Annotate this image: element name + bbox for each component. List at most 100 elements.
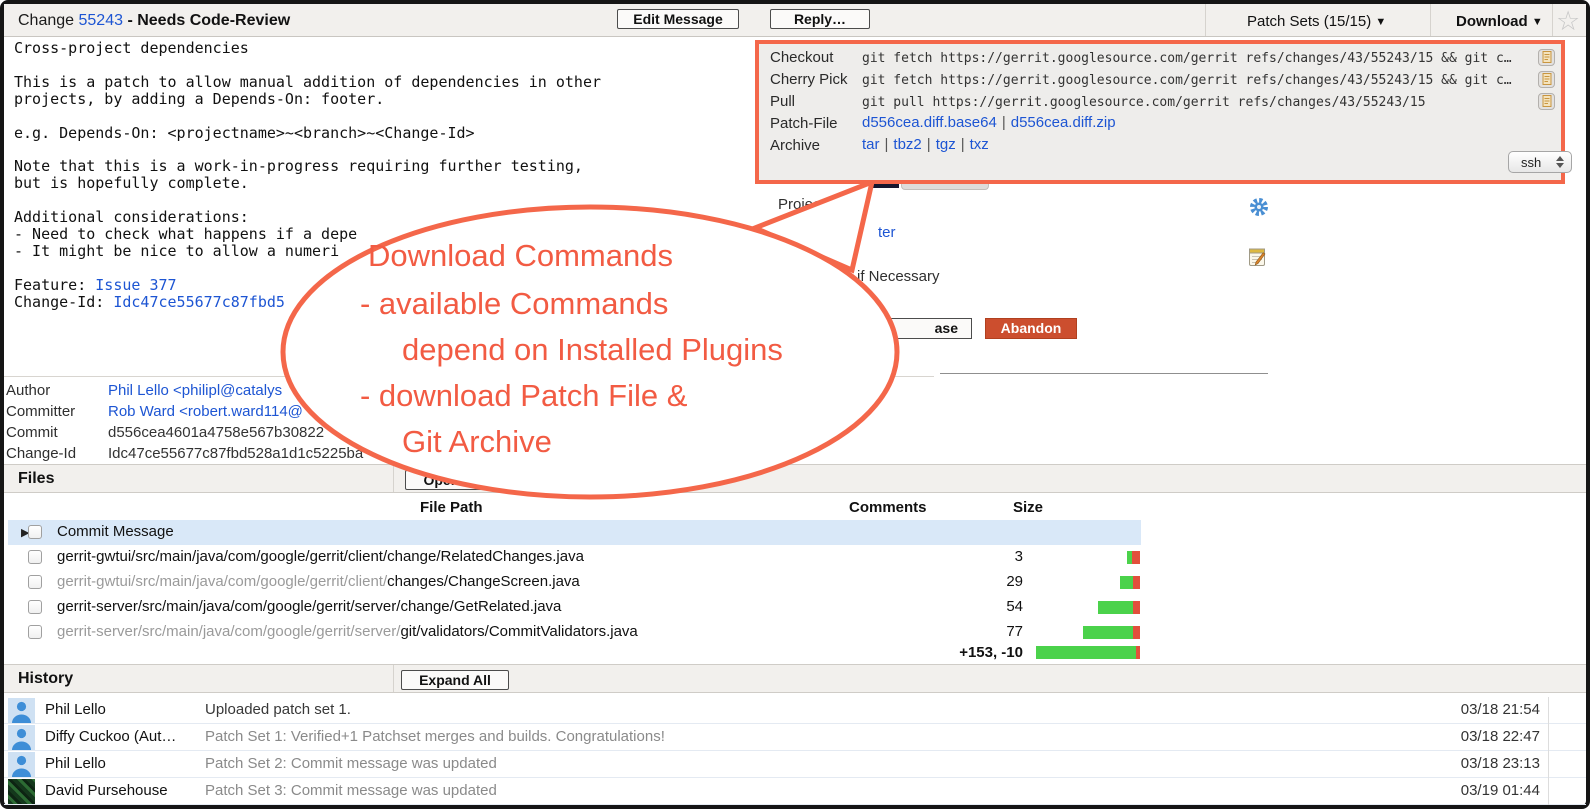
file-path[interactable]: gerrit-gwtui/src/main/java/com/google/ge…: [57, 548, 584, 565]
diff-base64-link[interactable]: d556cea.diff.base64: [862, 114, 997, 131]
change-id-value: Idc47ce55677c87fbd528a1d1c5225ba: [108, 445, 363, 462]
txz-link[interactable]: txz: [970, 136, 989, 153]
annotation-line: - download Patch File &: [360, 378, 687, 414]
file-row[interactable]: gerrit-gwtui/src/main/java/com/google/ge…: [0, 545, 1300, 570]
issue-link[interactable]: Issue 377: [95, 276, 176, 294]
avatar: [8, 698, 35, 723]
history-message: Uploaded patch set 1.: [205, 701, 351, 718]
diff-zip-link[interactable]: d556cea.diff.zip: [1011, 114, 1116, 131]
history-message: Patch Set 1: Verified+1 Patchset merges …: [205, 728, 665, 745]
divider: [393, 665, 394, 692]
file-row-commit-message[interactable]: ▶ Commit Message: [8, 520, 1141, 545]
history-row[interactable]: Diffy Cuckoo (Aut… Patch Set 1: Verified…: [4, 724, 1586, 751]
file-path[interactable]: gerrit-server/src/main/java/com/google/g…: [57, 623, 638, 640]
reply-button[interactable]: Reply…: [770, 9, 870, 29]
divider: [393, 465, 394, 492]
history-author: Phil Lello: [45, 755, 197, 772]
files-section-header: Files Open All: [4, 464, 1586, 493]
history-timestamp: 03/18 22:47: [1400, 728, 1540, 745]
history-timestamp: 03/19 01:44: [1400, 782, 1540, 799]
header-divider: [1552, 4, 1553, 36]
history-message: Patch Set 3: Commit message was updated: [205, 782, 497, 799]
download-row-label: Archive: [770, 137, 820, 154]
meta-row-commit: Commitd556cea4601a4758e567b30822: [6, 424, 324, 441]
total-size-bar: [990, 646, 1140, 659]
chevron-down-icon: ▼: [1375, 16, 1386, 28]
patch-sets-dropdown[interactable]: Patch Sets (15/15) ▼: [1247, 13, 1386, 30]
star-icon[interactable]: ☆: [1556, 6, 1580, 37]
branch-link-partial[interactable]: ter: [878, 224, 896, 241]
file-checkbox[interactable]: [28, 600, 42, 614]
download-row-label: Pull: [770, 93, 795, 110]
file-path[interactable]: gerrit-gwtui/src/main/java/com/google/ge…: [57, 573, 580, 590]
expand-all-button[interactable]: Expand All: [401, 670, 509, 690]
hidden-button-partial[interactable]: [508, 470, 671, 489]
tar-link[interactable]: tar: [862, 136, 880, 153]
submit-type-partial: if Necessary: [857, 268, 940, 285]
meta-row-author: AuthorPhil Lello <philipl@catalys: [6, 382, 282, 399]
copy-to-clipboard-icon[interactable]: [1538, 70, 1556, 89]
updated-ago-partial: go: [857, 289, 874, 306]
download-dropdown[interactable]: Download ▼: [1456, 13, 1543, 30]
tbz2-link[interactable]: tbz2: [893, 136, 921, 153]
gerrit-change-screen: Change 55243 - Needs Code-Review Edit Me…: [0, 0, 1590, 809]
annotation-line: depend on Installed Plugins: [402, 332, 783, 368]
file-path[interactable]: Commit Message: [57, 523, 174, 540]
header-divider: [1430, 4, 1431, 36]
download-row-label: Cherry Pick: [770, 71, 848, 88]
change-label: Change: [18, 12, 74, 29]
pull-command[interactable]: git pull https://gerrit.googlesource.com…: [862, 95, 1426, 110]
annotation-line: Git Archive: [402, 424, 552, 460]
open-all-button[interactable]: Open All: [405, 470, 499, 490]
history-row[interactable]: Phil Lello Patch Set 2: Commit message w…: [4, 751, 1586, 778]
file-checkbox[interactable]: [28, 575, 42, 589]
copy-to-clipboard-icon[interactable]: [1538, 92, 1556, 111]
files-title: Files: [18, 470, 54, 488]
select-arrows-icon: [1556, 156, 1564, 168]
history-author: David Pursehouse: [45, 782, 197, 799]
file-row[interactable]: gerrit-gwtui/src/main/java/com/google/ge…: [0, 570, 1300, 595]
patch-file-links: d556cea.diff.base64|d556cea.diff.zip: [862, 114, 1116, 131]
edit-message-button[interactable]: Edit Message: [617, 9, 739, 29]
history-author: Phil Lello: [45, 701, 197, 718]
header-divider: [1205, 4, 1206, 36]
file-checkbox[interactable]: [28, 525, 42, 539]
col-header-file-path: File Path: [420, 499, 483, 516]
history-row[interactable]: David Pursehouse Patch Set 3: Commit mes…: [4, 778, 1586, 805]
archive-links: tar|tbz2|tgz|txz: [862, 136, 989, 153]
committer-link[interactable]: Rob Ward <robert.ward114@: [108, 403, 303, 420]
history-author: Diffy Cuckoo (Aut…: [45, 728, 197, 745]
copy-to-clipboard-icon[interactable]: [1538, 48, 1556, 67]
avatar: [8, 725, 35, 750]
change-header-bar: Change 55243 - Needs Code-Review Edit Me…: [4, 4, 1586, 37]
checkout-command[interactable]: git fetch https://gerrit.googlesource.co…: [862, 51, 1512, 66]
col-header-size: Size: [1013, 499, 1043, 516]
download-row-label: Checkout: [770, 49, 833, 66]
gear-icon[interactable]: [1249, 197, 1269, 222]
scheme-select[interactable]: ssh: [1508, 151, 1572, 173]
file-checkbox[interactable]: [28, 550, 42, 564]
change-number-link[interactable]: 55243: [79, 12, 124, 29]
history-row[interactable]: Phil Lello Uploaded patch set 1. 03/18 2…: [4, 697, 1586, 724]
rebase-button-partial[interactable]: ase: [858, 318, 972, 339]
changeid-link[interactable]: Idc47ce55677c87fbd5: [113, 293, 285, 311]
notepad-icon[interactable]: [1248, 246, 1267, 272]
chevron-down-icon: ▼: [1532, 16, 1543, 28]
col-header-comments: Comments: [849, 499, 927, 516]
file-row[interactable]: gerrit-server/src/main/java/com/google/g…: [0, 620, 1300, 645]
file-path[interactable]: gerrit-server/src/main/java/com/google/g…: [57, 598, 561, 615]
tgz-link[interactable]: tgz: [936, 136, 956, 153]
meta-row-changeid: Change-IdIdc47ce55677c87fbd528a1d1c5225b…: [6, 445, 363, 462]
size-bar: [990, 626, 1140, 639]
author-link[interactable]: Phil Lello <philipl@catalys: [108, 382, 282, 399]
history-section-header: History Expand All: [4, 664, 1586, 693]
file-checkbox[interactable]: [28, 625, 42, 639]
abandon-button[interactable]: Abandon: [985, 318, 1077, 339]
file-row[interactable]: gerrit-server/src/main/java/com/google/g…: [0, 595, 1300, 620]
divider: [1548, 697, 1549, 805]
download-row-label: Patch-File: [770, 115, 838, 132]
history-timestamp: 03/18 23:13: [1400, 755, 1540, 772]
cherry-pick-command[interactable]: git fetch https://gerrit.googlesource.co…: [862, 73, 1512, 88]
history-title: History: [18, 670, 73, 688]
commit-message-feature-line: Feature: Issue 377: [14, 276, 177, 294]
